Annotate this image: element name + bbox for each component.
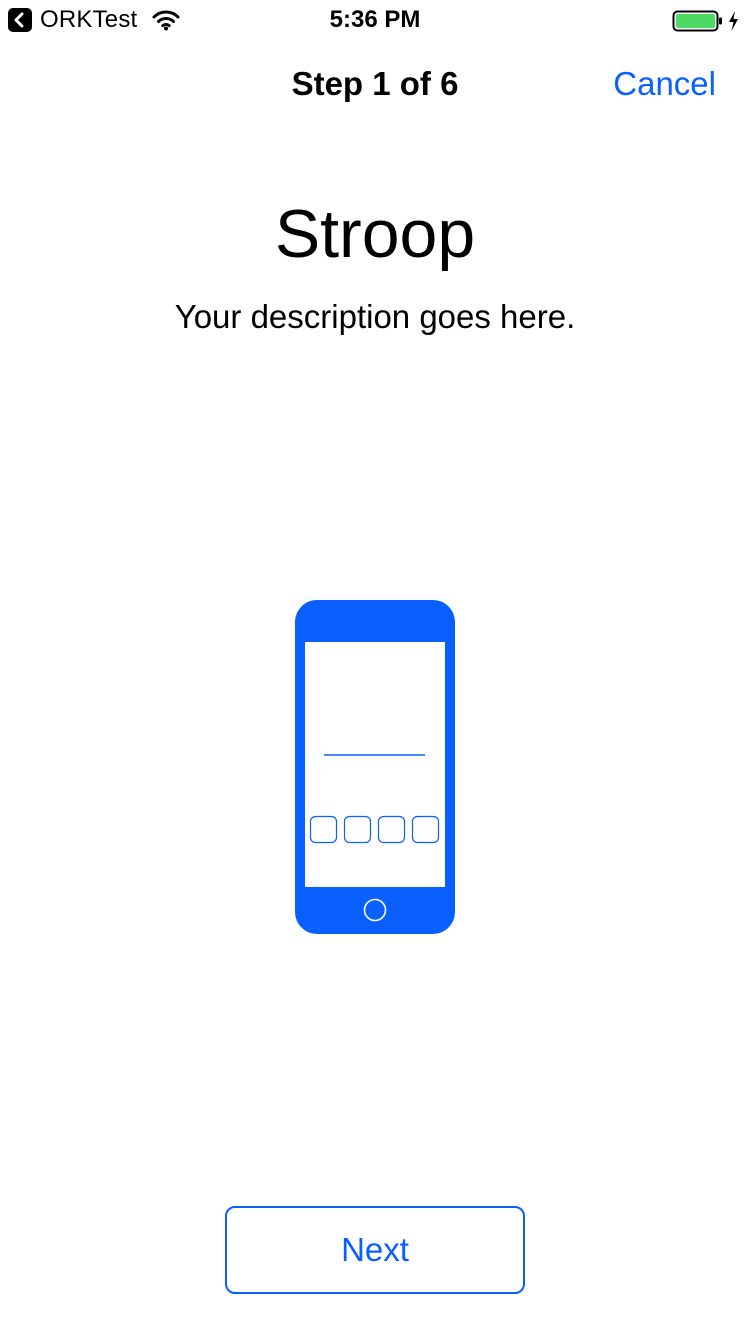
next-button[interactable]: Next — [225, 1206, 525, 1294]
battery-icon — [672, 9, 742, 38]
phone-stroop-illustration — [294, 599, 458, 937]
cancel-button[interactable]: Cancel — [613, 64, 716, 104]
page-title: Stroop — [274, 196, 476, 272]
status-time: 5:36 PM — [329, 6, 421, 33]
status-bar: ORKTest 5:36 PM — [0, 0, 750, 40]
bolt-icon — [729, 11, 738, 31]
page-description: Your description goes here. — [174, 298, 576, 335]
